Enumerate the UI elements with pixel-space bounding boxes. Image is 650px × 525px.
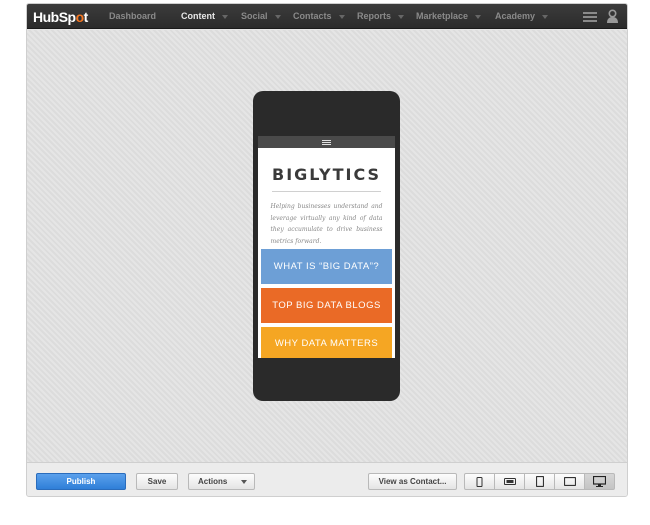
logo-divider: [272, 191, 381, 192]
site-tagline: Helping businesses understand and levera…: [270, 203, 383, 245]
preview-canvas: BIGLYTICS Helping businesses understand …: [27, 30, 627, 462]
menu-icon[interactable]: [322, 139, 331, 146]
actions-dropdown[interactable]: Actions: [188, 473, 255, 490]
editor-toolbar: Publish Save Actions View as Contact...: [27, 462, 627, 496]
logo-text-end: t: [83, 8, 89, 25]
chevron-down-icon: [338, 14, 345, 19]
nav-item-academy[interactable]: Academy: [495, 4, 549, 29]
publish-button[interactable]: Publish: [36, 473, 126, 490]
why-data-matters-button[interactable]: WHY DATA MATTERS: [261, 327, 392, 358]
phone-landscape-icon[interactable]: [494, 473, 525, 490]
logo-sprocket: o: [75, 8, 85, 25]
save-button[interactable]: Save: [136, 473, 178, 490]
phone-device-frame: BIGLYTICS Helping businesses understand …: [253, 91, 400, 401]
nav-item-dashboard[interactable]: Dashboard: [109, 4, 156, 29]
chevron-down-icon: [542, 14, 549, 19]
nav-item-marketplace[interactable]: Marketplace: [416, 4, 482, 29]
desktop-icon[interactable]: [584, 473, 615, 490]
nav-label: Reports: [357, 11, 392, 21]
nav-item-content[interactable]: Content: [181, 4, 228, 29]
hubspot-logo[interactable]: HubSp o t: [33, 8, 88, 25]
site-logo: BIGLYTICS: [272, 165, 381, 184]
chevron-down-icon: [398, 14, 405, 19]
tablet-landscape-icon[interactable]: [554, 473, 585, 490]
actions-label: Actions: [198, 477, 228, 486]
top-navigation-bar: HubSp o t Dashboard Content Social Contact…: [27, 4, 627, 29]
top-big-data-blogs-button[interactable]: TOP BIG DATA BLOGS: [261, 288, 392, 323]
chevron-down-icon: [241, 480, 247, 484]
nav-label: Content: [181, 11, 215, 21]
nav-item-reports[interactable]: Reports: [357, 4, 405, 29]
phone-portrait-icon[interactable]: [464, 473, 495, 490]
nav-label: Marketplace: [416, 11, 469, 21]
logo-text: HubSp: [33, 8, 76, 25]
user-icon[interactable]: [606, 9, 619, 23]
nav-label: Dashboard: [109, 11, 157, 21]
chevron-down-icon: [222, 14, 228, 19]
chevron-down-icon: [274, 14, 281, 19]
tablet-portrait-icon[interactable]: [524, 473, 555, 490]
phone-screen[interactable]: BIGLYTICS Helping businesses understand …: [258, 136, 395, 358]
nav-label: Contacts: [293, 11, 332, 21]
mobile-nav-bar[interactable]: [258, 136, 395, 148]
menu-icon[interactable]: [583, 12, 597, 22]
nav-item-contacts[interactable]: Contacts: [293, 4, 345, 29]
what-is-big-data-button[interactable]: WHAT IS “BIG DATA”?: [261, 249, 392, 284]
nav-label: Academy: [495, 11, 536, 21]
nav-label: Social: [241, 11, 268, 21]
chevron-down-icon: [475, 14, 482, 19]
editor-frame: HubSp o t Dashboard Content Social Contact…: [26, 3, 628, 497]
view-as-contact-button[interactable]: View as Contact...: [368, 473, 457, 490]
device-preview-switcher: [464, 473, 615, 490]
nav-item-social[interactable]: Social: [241, 4, 281, 29]
